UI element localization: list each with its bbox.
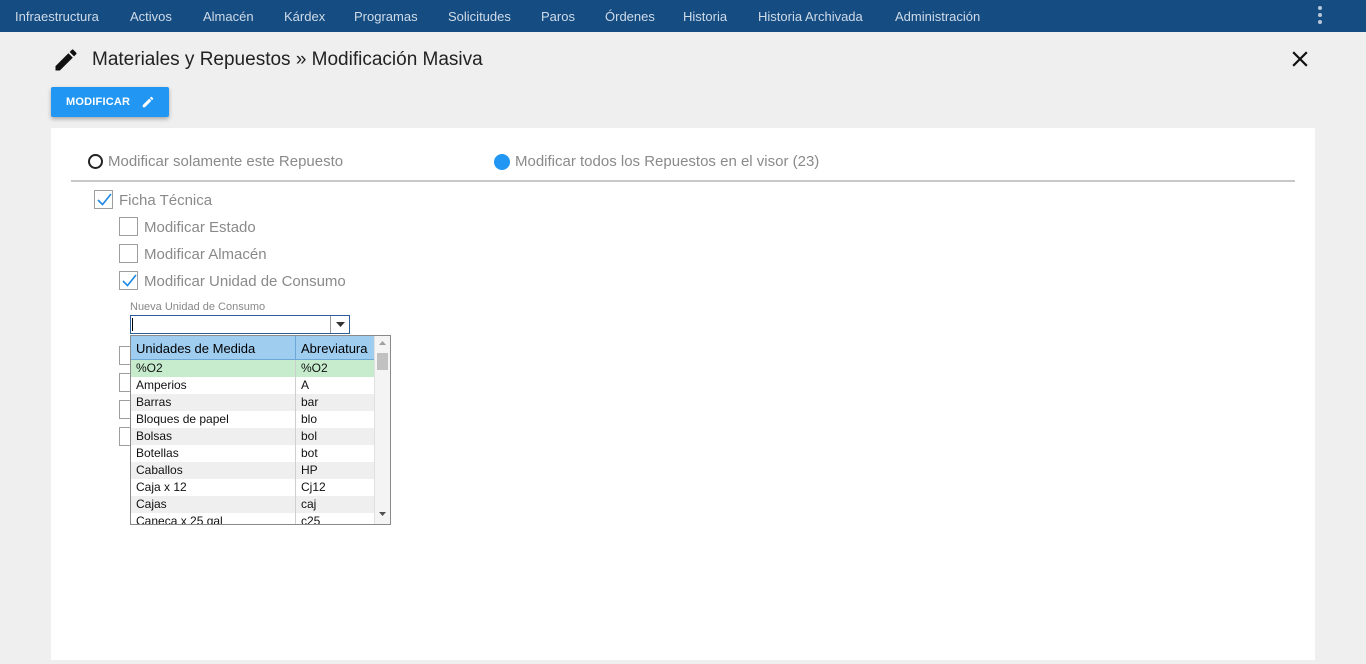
divider	[71, 180, 1295, 182]
scrollbar-thumb[interactable]	[377, 353, 388, 370]
nav-item-activos[interactable]: Activos	[130, 9, 172, 24]
unit-abbr: %O2	[301, 361, 328, 375]
page-title: Materiales y Repuestos » Modificación Ma…	[92, 49, 483, 70]
checkbox-modificar-unidad-label: Modificar Unidad de Consumo	[144, 273, 346, 290]
list-item[interactable]: Bloques de papel blo	[131, 411, 374, 428]
checkbox-ficha-tecnica-label: Ficha Técnica	[119, 192, 213, 209]
list-item[interactable]: Botellas bot	[131, 445, 374, 462]
checkbox-modificar-almacen-label: Modificar Almacén	[144, 246, 267, 263]
unit-name: Bolsas	[136, 429, 173, 443]
nav-item-administracion[interactable]: Administración	[895, 9, 980, 24]
unit-abbr: Cj12	[301, 480, 326, 494]
nav-item-ordenes[interactable]: Órdenes	[605, 9, 655, 24]
unit-abbr: caj	[301, 497, 317, 511]
unit-abbr: c25	[301, 514, 321, 525]
unit-abbr: A	[301, 378, 310, 392]
unit-abbr: bar	[301, 395, 319, 409]
checkbox-modificar-almacen[interactable]	[119, 244, 138, 263]
unit-abbr: blo	[301, 412, 318, 426]
list-item[interactable]: Barras bar	[131, 394, 374, 411]
nav-item-historia-archivada[interactable]: Historia Archivada	[758, 9, 863, 24]
nav-item-kardex[interactable]: Kárdex	[284, 9, 325, 24]
list-item[interactable]: Amperios A	[131, 377, 374, 394]
nav-item-paros[interactable]: Paros	[541, 9, 575, 24]
list-item[interactable]: %O2 %O2	[131, 360, 374, 377]
pencil-icon	[55, 49, 77, 71]
unit-abbr: bot	[301, 446, 318, 460]
unit-name: Caneca x 25 gal	[136, 514, 223, 525]
checkbox-modificar-estado[interactable]	[119, 217, 138, 236]
list-item[interactable]: Caja x 12 Cj12	[131, 479, 374, 496]
check-icon	[122, 274, 137, 287]
unit-name: Amperios	[136, 378, 187, 392]
unit-name: Barras	[136, 395, 172, 409]
radio-single-item[interactable]	[88, 154, 103, 169]
list-item[interactable]: Bolsas bol	[131, 428, 374, 445]
scroll-down-icon[interactable]	[379, 512, 386, 516]
unit-abbr: bol	[301, 429, 318, 443]
unit-field-label: Nueva Unidad de Consumo	[130, 301, 266, 313]
nav-item-solicitudes[interactable]: Solicitudes	[448, 9, 511, 24]
column-header-abreviatura: Abreviatura	[301, 341, 368, 356]
vertical-dots-icon[interactable]	[1312, 4, 1328, 26]
nav-item-almacen[interactable]: Almacén	[203, 9, 254, 24]
radio-all-items[interactable]	[494, 154, 510, 170]
nav-item-programas[interactable]: Programas	[354, 9, 418, 24]
checkbox-ficha-tecnica[interactable]	[94, 190, 113, 209]
dropdown-toggle-button[interactable]	[330, 316, 349, 333]
nav-item-infraestructura[interactable]: Infraestructura	[15, 9, 99, 24]
unit-abbr: HP	[301, 463, 318, 477]
dropdown-header: Unidades de Medida Abreviatura	[131, 336, 374, 360]
pencil-icon	[142, 96, 154, 108]
modify-button[interactable]: MODIFICAR	[51, 87, 169, 117]
column-header-unidades: Unidades de Medida	[136, 341, 256, 356]
radio-all-label[interactable]: Modificar todos los Repuestos en el viso…	[515, 153, 819, 170]
unit-name: %O2	[136, 361, 163, 375]
checkbox-modificar-unidad[interactable]	[119, 271, 138, 290]
unit-combo-input[interactable]	[130, 315, 350, 334]
list-item[interactable]: Cajas caj	[131, 496, 374, 513]
dropdown-scrollbar[interactable]	[374, 336, 390, 524]
radio-single-label[interactable]: Modificar solamente este Repuesto	[108, 153, 343, 170]
text-caret	[132, 318, 133, 331]
unit-name: Caja x 12	[136, 480, 187, 494]
unit-dropdown-list[interactable]: Unidades de Medida Abreviatura %O2 %O2 Am…	[130, 335, 391, 525]
unit-name: Caballos	[136, 463, 183, 477]
unit-name: Bloques de papel	[136, 412, 229, 426]
unit-name: Cajas	[136, 497, 167, 511]
check-icon	[97, 193, 112, 206]
close-icon[interactable]	[1287, 46, 1313, 72]
list-item[interactable]: Caballos HP	[131, 462, 374, 479]
nav-item-historia[interactable]: Historia	[683, 9, 727, 24]
modify-button-label: MODIFICAR	[66, 96, 131, 108]
list-item[interactable]: Caneca x 25 gal c25	[131, 513, 374, 525]
caret-down-icon	[336, 322, 345, 327]
top-navigation: Infraestructura Activos Almacén Kárdex P…	[0, 0, 1366, 32]
unit-name: Botellas	[136, 446, 179, 460]
scroll-up-icon[interactable]	[379, 341, 386, 345]
checkbox-modificar-estado-label: Modificar Estado	[144, 219, 256, 236]
